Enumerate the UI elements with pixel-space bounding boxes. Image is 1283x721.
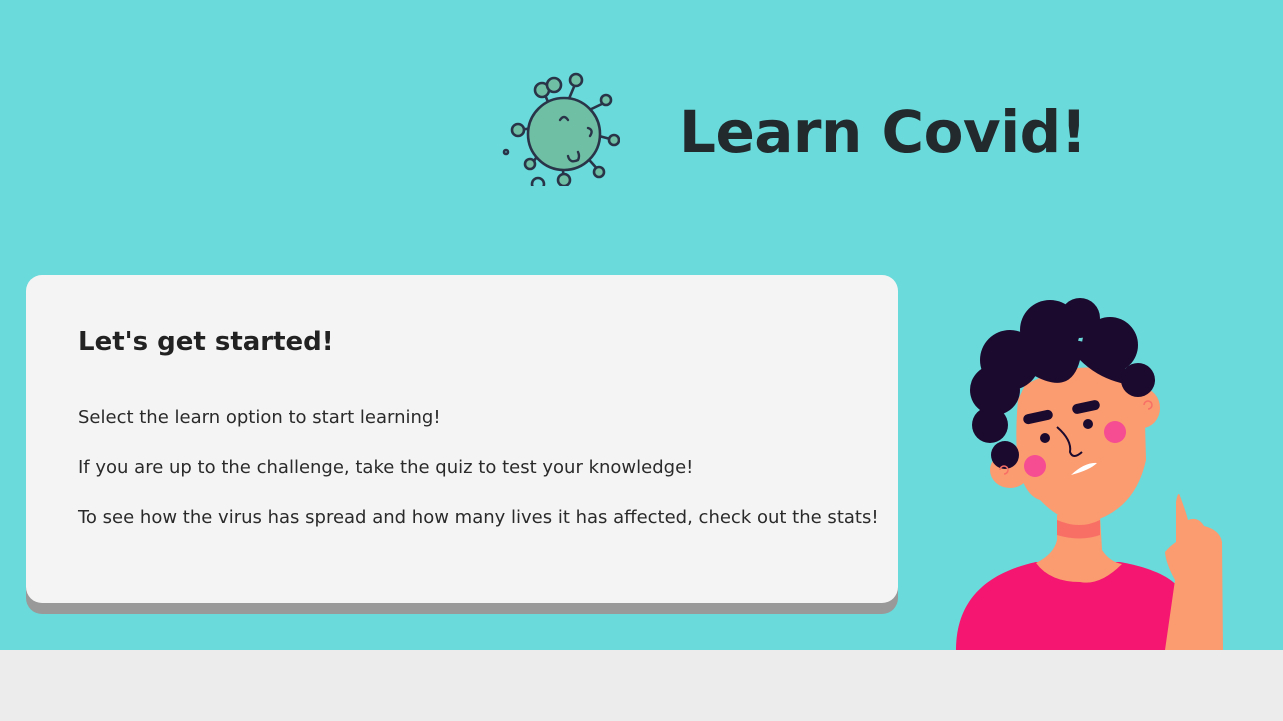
page-title: Learn Covid! bbox=[679, 98, 1087, 166]
learn-instruction: Select the learn option to start learnin… bbox=[78, 407, 441, 428]
hero-section: Learn Covid! Let's get started! Select t… bbox=[0, 0, 1283, 650]
stats-instruction: To see how the virus has spread and how … bbox=[78, 507, 879, 528]
thinking-person-illustration bbox=[956, 298, 1223, 650]
card-heading: Let's get started! bbox=[78, 327, 334, 357]
footer-band bbox=[0, 650, 1283, 721]
virus-icon bbox=[502, 72, 620, 186]
quiz-instruction: If you are up to the challenge, take the… bbox=[78, 457, 694, 478]
intro-card: Let's get started! Select the learn opti… bbox=[26, 275, 898, 603]
